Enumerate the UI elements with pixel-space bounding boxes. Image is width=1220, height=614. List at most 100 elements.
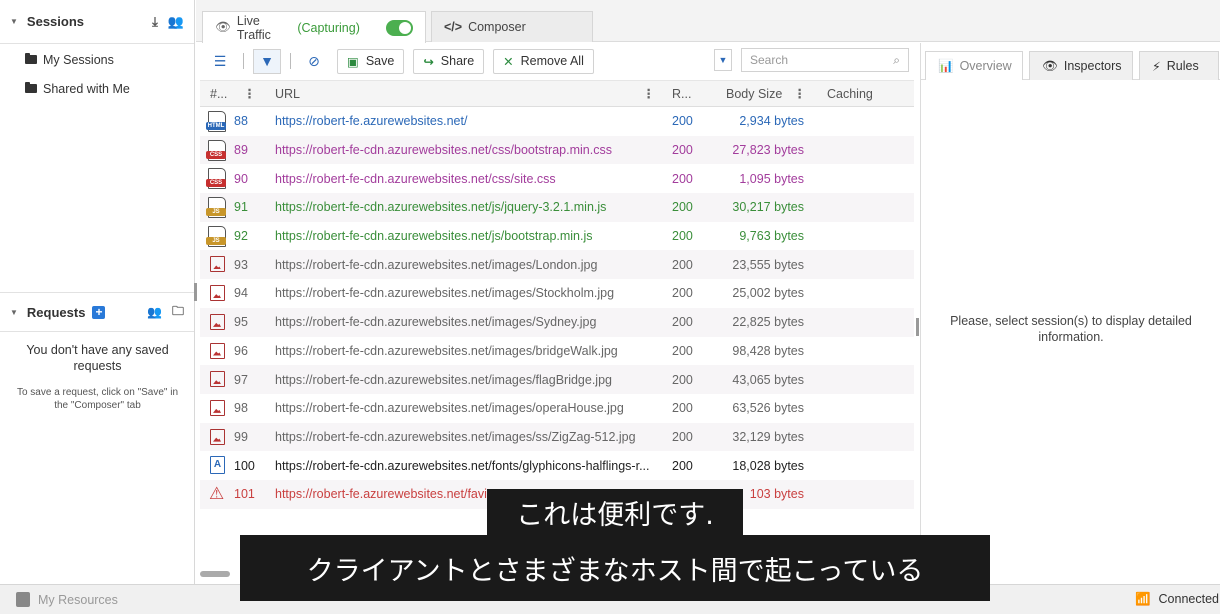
share-button[interactable]: ↪ Share [413, 48, 485, 74]
js-file-icon: JS [206, 225, 226, 247]
table-row[interactable]: CSS 89 https://robert-fe-cdn.azurewebsites… [200, 135, 914, 165]
row-body-size: 9,763 bytes [739, 229, 804, 244]
row-body-size: 98,428 bytes [732, 343, 804, 358]
search-icon: ⌕ [893, 52, 900, 67]
share-users-icon[interactable]: 👥 [147, 305, 162, 319]
table-row[interactable]: 93 https://robert-fe-cdn.azurewebsites.ne… [200, 250, 914, 280]
row-url: https://robert-fe-cdn.azurewebsites.net/… [275, 429, 636, 444]
share-users-icon[interactable]: 👥 [168, 14, 184, 30]
save-icon: ▣ [347, 54, 359, 69]
table-row[interactable]: 98 https://robert-fe-cdn.azurewebsites.ne… [200, 394, 914, 423]
row-result: 200 [672, 200, 693, 215]
search-placeholder: Search [750, 53, 789, 67]
tab-label: Composer [468, 20, 526, 34]
sessions-header[interactable]: ▼ Sessions ⤓ 👥 [0, 0, 194, 44]
row-result: 200 [672, 286, 693, 301]
tab-label: Overview [959, 59, 1012, 73]
main-tab-bar: 👁 Live Traffic (Capturing) </> Composer [196, 0, 1220, 43]
image-file-icon [208, 283, 225, 302]
table-row[interactable]: 96 https://robert-fe-cdn.azurewebsites.ne… [200, 337, 914, 366]
table-row[interactable]: 95 https://robert-fe-cdn.azurewebsites.ne… [200, 307, 914, 337]
css-file-icon: CSS [206, 139, 226, 161]
tab-live-traffic[interactable]: 👁 Live Traffic (Capturing) [202, 11, 426, 43]
row-number: 88 [234, 114, 248, 129]
add-folder-icon[interactable]: 🗀 [172, 302, 184, 323]
tab-label: Inspectors [1063, 59, 1122, 73]
tab-rules[interactable]: ⚡ Rules [1139, 51, 1219, 80]
search-input[interactable]: Search ⌕ [741, 48, 909, 72]
column-header-body-size[interactable]: Body Size ⋮ [726, 80, 806, 107]
table-row[interactable]: 94 https://robert-fe-cdn.azurewebsites.ne… [200, 279, 914, 308]
table-row[interactable]: 97 https://robert-fe-cdn.azurewebsites.ne… [200, 365, 914, 394]
capture-toggle[interactable] [385, 19, 413, 36]
collapse-caret-icon[interactable]: ▼ [10, 17, 18, 26]
row-body-size: 43,065 bytes [732, 372, 804, 387]
remove-label: Remove All [520, 54, 584, 68]
remove-all-button[interactable]: ✕ Remove All [493, 48, 594, 74]
details-panel: 📊 Overview 👁 Inspectors ⚡ Rules Please, … [920, 43, 1220, 584]
sessions-title: Sessions [26, 14, 85, 29]
filter-icon[interactable]: ▼ [253, 48, 281, 74]
row-result: 200 [672, 315, 693, 330]
row-body-size: 63,526 bytes [732, 401, 804, 416]
row-number: 98 [234, 401, 248, 416]
sidebar-item-my-sessions[interactable]: My Sessions [0, 45, 194, 74]
table-row[interactable]: JS 92 https://robert-fe-cdn.azurewebsites.… [200, 222, 914, 251]
my-resources-link[interactable]: My Resources [38, 593, 118, 607]
row-body-size: 22,825 bytes [732, 315, 804, 330]
row-url: https://robert-fe.azurewebsites.net/ [275, 114, 468, 129]
eye-icon: 👁 [1042, 58, 1058, 73]
requests-empty-state: You don't have any saved requests To sav… [10, 342, 185, 412]
tab-composer[interactable]: </> Composer [431, 11, 593, 42]
table-row[interactable]: JS 91 https://robert-fe-cdn.azurewebsites.… [200, 193, 914, 222]
subtitle-line-1: これは便利です. [487, 489, 743, 535]
column-header-number[interactable]: #... ⋮ [210, 80, 256, 107]
toolbar-separator [290, 53, 291, 69]
save-button[interactable]: ▣ Save [337, 48, 405, 74]
table-row[interactable]: A 100 https://robert-fe-cdn.azurewebsites.… [200, 451, 914, 480]
font-file-icon: A [208, 455, 225, 475]
css-file-icon: CSS [206, 168, 226, 190]
row-number: 96 [234, 343, 248, 358]
search-scope-dropdown[interactable]: ▼ [714, 49, 732, 71]
download-icon[interactable]: ⤓ [152, 14, 158, 30]
column-header-url[interactable]: URL ⋮ [275, 80, 655, 107]
add-request-icon[interactable]: + [92, 305, 106, 319]
tab-inspectors[interactable]: 👁 Inspectors [1029, 51, 1133, 80]
js-file-icon: JS [206, 197, 226, 219]
row-url: https://robert-fe-cdn.azurewebsites.net/… [275, 200, 607, 215]
requests-header[interactable]: ▼ Requests + 👥 🗀 [0, 292, 194, 332]
table-row[interactable]: CSS 90 https://robert-fe-cdn.azurewebsites… [200, 164, 914, 193]
column-menu-icon[interactable]: ⋮ [794, 86, 807, 101]
collapse-caret-icon[interactable]: ▼ [10, 308, 18, 317]
horizontal-scrollbar[interactable] [200, 571, 230, 577]
row-body-size: 32,129 bytes [732, 429, 804, 444]
panel-splitter[interactable] [194, 283, 197, 301]
panel-splitter[interactable] [916, 318, 919, 336]
row-result: 200 [672, 229, 693, 244]
save-label: Save [365, 54, 395, 68]
row-body-size: 103 bytes [749, 487, 804, 502]
image-file-icon [208, 427, 225, 445]
clear-filter-icon[interactable]: ⊘ [300, 49, 328, 74]
row-url: https://robert-fe-cdn.azurewebsites.net/… [275, 458, 650, 473]
row-number: 97 [234, 372, 248, 387]
column-label: URL [275, 86, 301, 101]
column-menu-icon[interactable]: ⋮ [243, 86, 256, 101]
column-header-result[interactable]: R... [672, 80, 691, 107]
row-number: 99 [234, 429, 248, 444]
image-file-icon [208, 369, 225, 388]
tab-overview[interactable]: 📊 Overview [925, 51, 1023, 80]
resources-icon[interactable] [16, 592, 30, 607]
shared-folder-icon [25, 82, 37, 93]
table-row[interactable]: HTML 88 https://robert-fe.azurewebsites.ne… [200, 107, 914, 136]
column-menu-icon[interactable]: ⋮ [643, 86, 656, 101]
menu-icon[interactable]: ☰ [206, 49, 234, 74]
sidebar-item-shared-with-me[interactable]: Shared with Me [0, 74, 194, 103]
wifi-icon: 📶 [1134, 592, 1151, 606]
table-row[interactable]: 99 https://robert-fe-cdn.azurewebsites.ne… [200, 422, 914, 452]
column-label: R... [672, 86, 692, 101]
row-body-size: 23,555 bytes [732, 257, 804, 272]
row-result: 200 [672, 372, 693, 387]
column-header-caching[interactable]: Caching [827, 80, 873, 107]
